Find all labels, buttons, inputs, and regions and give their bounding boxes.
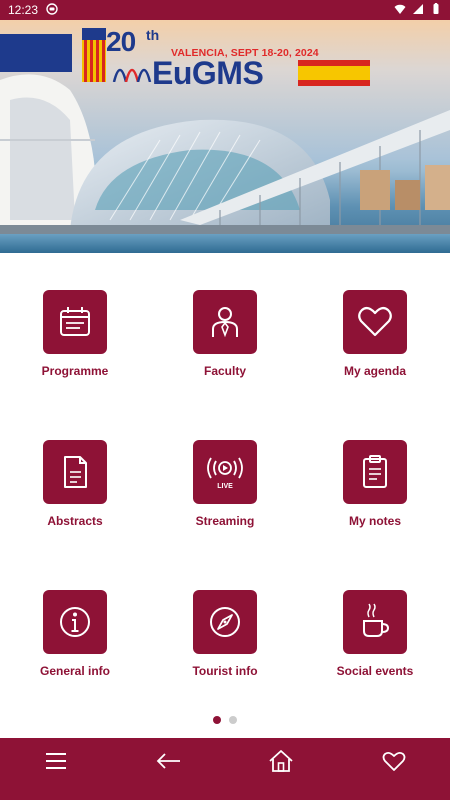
- speaker-icon: [212, 307, 238, 338]
- menu-label: Streaming: [195, 514, 255, 528]
- back-button[interactable]: [145, 741, 193, 781]
- menu-label: General info: [39, 664, 110, 678]
- menu-label: Social events: [336, 664, 414, 678]
- menu-icon: [46, 753, 67, 769]
- menu-label: Abstracts: [47, 514, 103, 528]
- menu-tile-social-events[interactable]: Social events: [300, 590, 450, 678]
- general-info-button[interactable]: [43, 590, 107, 654]
- page-indicator: [0, 716, 450, 724]
- back-arrow-icon: [156, 753, 180, 769]
- faculty-button[interactable]: [193, 290, 257, 354]
- menu-tile-streaming[interactable]: LIVE Streaming: [150, 440, 300, 528]
- tourist-info-button[interactable]: [193, 590, 257, 654]
- abstracts-button[interactable]: [43, 440, 107, 504]
- live-stream-icon: LIVE: [207, 457, 243, 490]
- menu-tile-faculty[interactable]: Faculty: [150, 290, 300, 378]
- heart-icon: [358, 306, 392, 337]
- coffee-icon: [363, 603, 390, 637]
- my-notes-button[interactable]: [343, 440, 407, 504]
- menu-tile-programme[interactable]: Programme: [0, 290, 150, 378]
- bottom-navigation: [0, 738, 450, 784]
- system-navigation-bar: [0, 784, 450, 800]
- svg-text:LIVE: LIVE: [217, 483, 233, 490]
- calendar-icon: [60, 307, 90, 336]
- menu-tile-abstracts[interactable]: Abstracts: [0, 440, 150, 528]
- home-icon: [269, 750, 293, 772]
- info-icon: [60, 607, 90, 637]
- menu-label: Faculty: [203, 364, 246, 378]
- favorites-button[interactable]: [370, 741, 418, 781]
- menu-label: My notes: [348, 514, 401, 528]
- menu-tile-tourist-info[interactable]: Tourist info: [150, 590, 300, 678]
- menu-tile-my-agenda[interactable]: My agenda: [300, 290, 450, 378]
- main-menu-grid: Programme Faculty My agenda Abstracts LI…: [0, 253, 450, 713]
- edition-suffix: th: [146, 27, 160, 43]
- streaming-button[interactable]: LIVE: [193, 440, 257, 504]
- battery-icon: [430, 2, 442, 18]
- my-agenda-button[interactable]: [343, 290, 407, 354]
- favorites-icon: [382, 751, 406, 771]
- menu-tile-general-info[interactable]: General info: [0, 590, 150, 678]
- page-dot-active[interactable]: [213, 716, 221, 724]
- social-events-button[interactable]: [343, 590, 407, 654]
- brand-title: EuGMS: [152, 55, 264, 91]
- page-dot[interactable]: [229, 716, 237, 724]
- compass-icon: [210, 607, 240, 637]
- arches-icon: [112, 68, 152, 82]
- menu-label: Programme: [41, 364, 109, 378]
- spain-flag: [298, 60, 370, 86]
- status-time: 12:23: [8, 3, 39, 17]
- menu-button[interactable]: [32, 741, 80, 781]
- menu-tile-my-notes[interactable]: My notes: [300, 440, 450, 528]
- conference-banner: 20 th VALENCIA, SEPT 18-20, 2024 EuGMS: [0, 20, 450, 253]
- clipboard-icon: [363, 455, 387, 488]
- menu-label: My agenda: [343, 364, 406, 378]
- programme-button[interactable]: [43, 290, 107, 354]
- home-button[interactable]: [257, 741, 305, 781]
- valencia-ornament-icon: [82, 28, 106, 82]
- edition-number: 20: [106, 26, 136, 57]
- menu-label: Tourist info: [192, 664, 258, 678]
- document-icon: [64, 456, 87, 488]
- signal-icon: [412, 3, 424, 18]
- notification-icon: [46, 2, 58, 18]
- status-bar: 12:23: [0, 0, 450, 20]
- wifi-icon: [394, 3, 406, 18]
